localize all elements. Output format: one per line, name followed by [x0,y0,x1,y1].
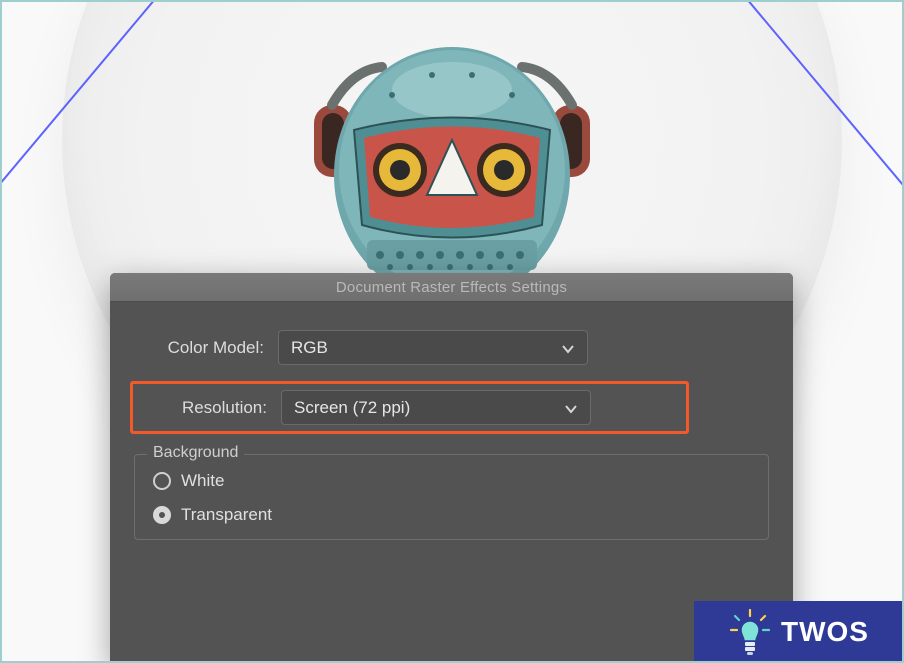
chevron-down-icon [561,341,575,355]
color-model-row: Color Model: RGB [134,330,769,365]
radio-label-transparent: Transparent [181,505,272,525]
resolution-highlight: Resolution: Screen (72 ppi) [130,381,689,434]
lightbulb-icon [729,608,771,656]
radio-icon [153,506,171,524]
chevron-down-icon [564,401,578,415]
resolution-select[interactable]: Screen (72 ppi) [281,390,591,425]
color-model-label: Color Model: [134,338,264,358]
color-model-select[interactable]: RGB [278,330,588,365]
robot-illustration [272,15,632,305]
radio-icon [153,472,171,490]
background-radio-white[interactable]: White [153,471,750,491]
watermark: TWOS [694,601,904,663]
resolution-value: Screen (72 ppi) [294,398,410,418]
background-legend: Background [147,444,244,462]
radio-label-white: White [181,471,224,491]
dialog-titlebar[interactable]: Document Raster Effects Settings [110,273,793,302]
color-model-value: RGB [291,338,328,358]
resolution-label: Resolution: [137,398,267,418]
dialog-title: Document Raster Effects Settings [336,279,567,296]
background-fieldset: Background White Transparent [134,454,769,540]
resolution-row: Resolution: Screen (72 ppi) [137,390,682,425]
raster-effects-settings-dialog: Document Raster Effects Settings Color M… [110,273,793,663]
background-radio-transparent[interactable]: Transparent [153,505,750,525]
watermark-text: TWOS [781,616,869,648]
